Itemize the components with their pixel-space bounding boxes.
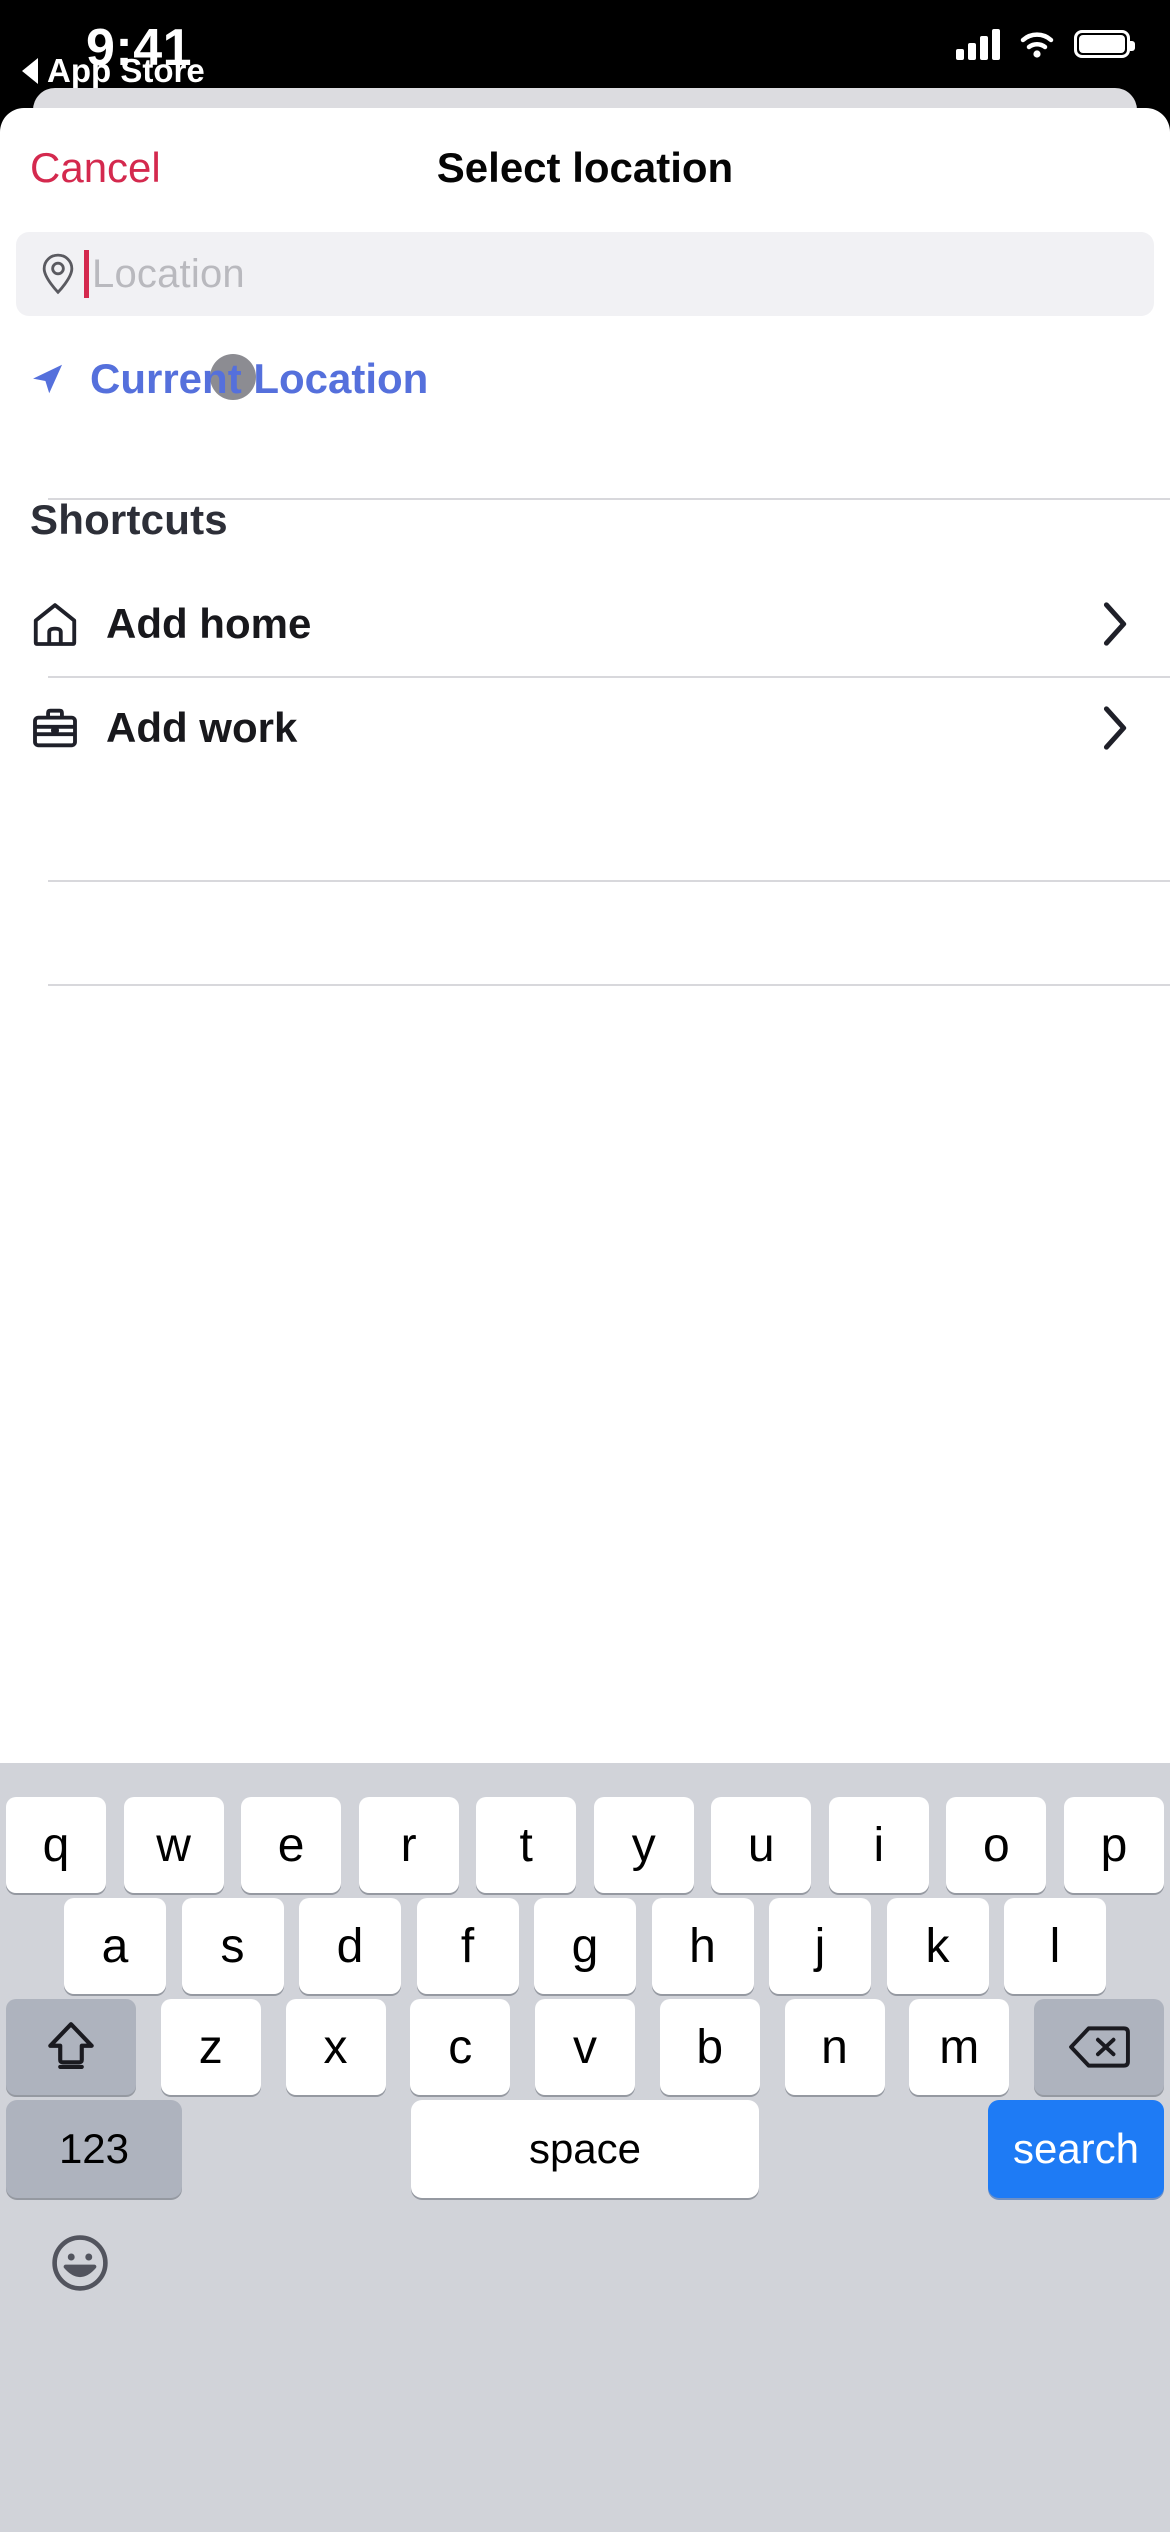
current-location-label: Current Location (90, 355, 429, 402)
divider (48, 984, 1170, 986)
shift-arrow-icon (48, 2022, 94, 2069)
back-triangle-icon (22, 58, 38, 84)
divider (48, 880, 1170, 882)
key-l[interactable]: l (1004, 1898, 1106, 1994)
location-search-field[interactable]: Location (16, 232, 1154, 316)
search-input-placeholder: Location (92, 251, 245, 296)
status-bar: 9:41 App Store (0, 0, 1170, 100)
key-u[interactable]: u (711, 1797, 812, 1893)
key-z[interactable]: z (160, 1999, 261, 2095)
key-p[interactable]: p (1063, 1797, 1164, 1893)
keyboard-row-4: 123 space search (0, 2100, 1170, 2198)
key-i[interactable]: i (828, 1797, 929, 1893)
key-j[interactable]: j (769, 1898, 871, 1994)
shift-key[interactable] (6, 1999, 136, 2095)
shortcut-label: Add work (106, 704, 298, 751)
key-o[interactable]: o (946, 1797, 1047, 1893)
chevron-right-icon (1103, 706, 1127, 750)
delete-backspace-icon (1069, 2026, 1130, 2068)
key-q[interactable]: q (6, 1797, 106, 1893)
select-location-sheet: Cancel Select location Location Current … (0, 108, 1170, 2532)
key-y[interactable]: y (593, 1797, 694, 1893)
status-bar-indicators (956, 28, 1135, 60)
emoji-smiley-icon[interactable] (50, 2233, 110, 2293)
key-m[interactable]: m (909, 1999, 1010, 2095)
key-h[interactable]: h (651, 1898, 754, 1994)
key-f[interactable]: f (416, 1898, 519, 1994)
sheet-header: Cancel Select location (0, 108, 1170, 220)
shortcut-label: Add home (106, 600, 312, 647)
page-title: Select location (436, 144, 734, 191)
delete-key[interactable] (1034, 1999, 1164, 2095)
shortcuts-heading: Shortcuts (30, 496, 228, 543)
keyboard-row-3: z x c v b n m (0, 1999, 1170, 2095)
key-b[interactable]: b (659, 1999, 760, 2095)
key-t[interactable]: t (476, 1797, 577, 1893)
map-pin-icon (42, 253, 74, 295)
briefcase-icon (33, 708, 77, 748)
back-app-label: App Store (47, 52, 205, 89)
search-return-key[interactable]: search (988, 2100, 1164, 2198)
shortcut-row-add-home[interactable]: Add home (0, 572, 1170, 676)
onscreen-keyboard: q w e r t y u i o p a s d f g h j k l z … (0, 1763, 1170, 2532)
key-c[interactable]: c (410, 1999, 511, 2095)
battery-icon (1074, 30, 1135, 58)
key-x[interactable]: x (285, 1999, 386, 2095)
key-r[interactable]: r (358, 1797, 459, 1893)
key-k[interactable]: k (886, 1898, 989, 1994)
back-to-app-button[interactable]: App Store (22, 52, 205, 90)
navigation-arrow-icon (33, 364, 63, 394)
key-e[interactable]: e (241, 1797, 342, 1893)
wifi-icon (1020, 32, 1054, 58)
keyboard-row-1: q w e r t y u i o p (0, 1797, 1170, 1893)
key-n[interactable]: n (784, 1999, 885, 2095)
text-cursor-caret (84, 250, 89, 298)
current-location-row[interactable]: Current Location (0, 340, 1170, 418)
key-s[interactable]: s (181, 1898, 284, 1994)
key-a[interactable]: a (64, 1898, 166, 1994)
numbers-key[interactable]: 123 (6, 2100, 182, 2198)
shortcut-row-add-work[interactable]: Add work (0, 676, 1170, 780)
signal-bars-icon (956, 28, 1000, 60)
space-key[interactable]: space (411, 2100, 759, 2198)
key-w[interactable]: w (123, 1797, 224, 1893)
key-v[interactable]: v (535, 1999, 635, 2095)
key-g[interactable]: g (534, 1898, 636, 1994)
phone-screen: 9:41 App Store Cancel Select location Lo… (0, 0, 1170, 2532)
key-d[interactable]: d (299, 1898, 401, 1994)
keyboard-row-2: a s d f g h j k l (0, 1898, 1170, 1994)
chevron-right-icon (1103, 602, 1127, 646)
home-icon (33, 603, 77, 646)
